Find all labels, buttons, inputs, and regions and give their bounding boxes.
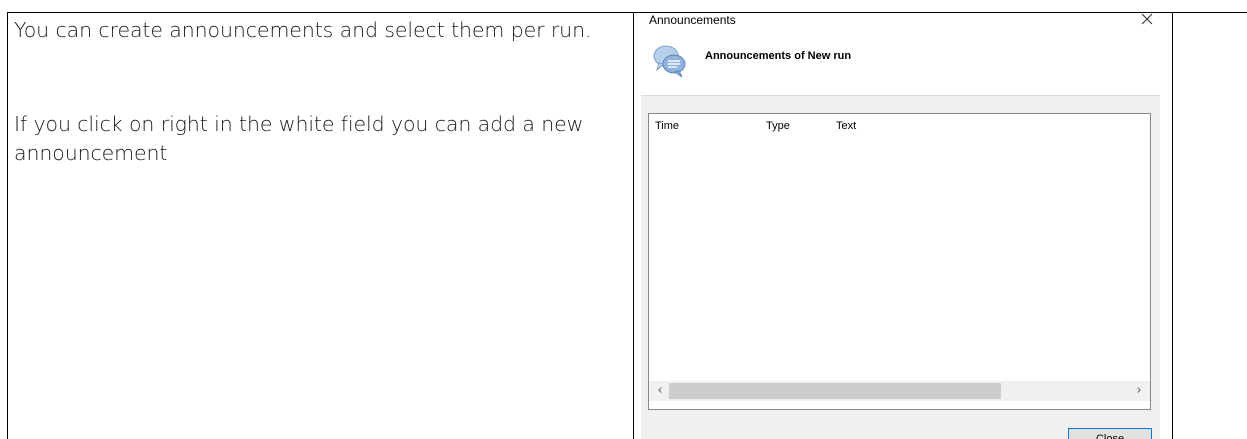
instruction-paragraph-1: You can create announcements and select … [14,18,592,42]
table-border-middle [633,12,634,439]
speech-bubbles-icon [651,42,689,80]
column-header-time[interactable]: Time [655,120,679,132]
table-border-top [7,12,1247,13]
scroll-right-icon[interactable]: › [1130,381,1148,401]
table-border-right [1172,12,1173,439]
close-icon[interactable] [1140,12,1154,26]
scroll-left-icon[interactable]: ‹ [651,381,669,401]
column-header-text[interactable]: Text [836,120,856,132]
dialog-header-title: Announcements of New run [705,50,852,62]
column-header-type[interactable]: Type [766,120,790,132]
dialog-title: Announcements [649,13,736,27]
close-button-label: Close [1095,433,1125,439]
announcements-list[interactable] [648,113,1151,410]
close-button[interactable]: Close [1068,428,1152,439]
table-border-left [7,12,8,439]
instruction-paragraph-2: If you click on right in the white field… [14,112,584,165]
scrollbar-thumb[interactable] [669,383,1001,399]
